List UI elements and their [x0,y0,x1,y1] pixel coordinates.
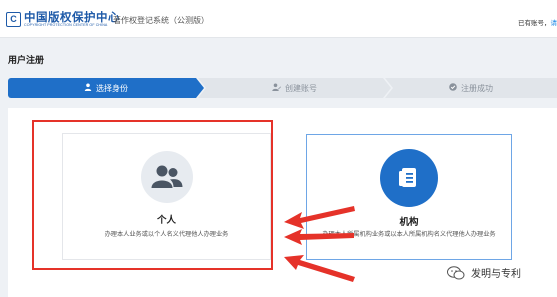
user-icon [84,83,92,93]
system-title: 著作权登记系统（公测版） [113,16,209,25]
logo-mark-icon: C [6,11,21,27]
logo-text: 中国版权保护中心 COPYRIGHT PROTECTION CENTER OF … [24,11,120,27]
annotation-arrow-top [284,206,355,229]
account-hint: 已有账号，请 [518,17,557,27]
account-prompt: 已有账号， [518,19,551,27]
document-icon [380,149,438,207]
step-create-account: 创建账号 [198,78,391,98]
step-label: 注册成功 [461,83,493,93]
wechat-icon [447,265,465,280]
watermark-text: 发明与专利 [471,268,521,280]
step-label: 选择身份 [96,83,128,93]
user-edit-icon [272,83,281,93]
logo-name: 中国版权保护中心 [24,10,120,24]
check-circle-icon [449,83,457,93]
login-link[interactable]: 请 [551,19,557,27]
logo-english-name: COPYRIGHT PROTECTION CENTER OF CHINA [24,23,108,27]
top-bar: C 中国版权保护中心 COPYRIGHT PROTECTION CENTER O… [0,0,557,38]
wechat-watermark: 发明与专利 [447,262,521,282]
annotation-arrow-middle [284,229,354,245]
annotation-arrows [284,206,355,282]
step-select-identity: 选择身份 [8,78,204,98]
page-title: 用户注册 [8,56,45,66]
annotation-highlight-box [32,120,273,270]
step-label: 创建账号 [285,83,317,93]
annotation-arrow-bottom [284,255,355,282]
step-registration-success: 注册成功 [385,78,557,98]
site-logo[interactable]: C 中国版权保护中心 COPYRIGHT PROTECTION CENTER O… [6,11,120,27]
registration-steps: 选择身份 创建账号 注册成功 [8,78,557,98]
